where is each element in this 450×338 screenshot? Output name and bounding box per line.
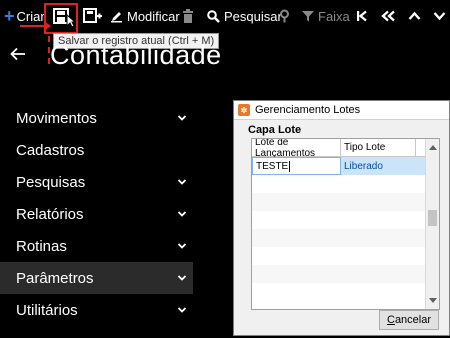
cell-lote-input[interactable]: TESTE: [252, 157, 341, 175]
empty-row: [252, 211, 439, 229]
pencil-icon: [110, 10, 123, 23]
empty-row: [252, 175, 439, 193]
dialog-title-bar[interactable]: ✲ Gerenciamento Lotes: [234, 101, 449, 120]
next-record-button[interactable]: [433, 6, 446, 26]
scroll-down-icon[interactable]: [429, 298, 437, 303]
column-header-tipo[interactable]: Tipo Lote: [341, 139, 416, 156]
menu-item-rotinas[interactable]: Rotinas: [0, 230, 193, 262]
vertical-scrollbar[interactable]: [425, 139, 439, 309]
location-button[interactable]: [279, 6, 290, 26]
first-record-button[interactable]: [356, 6, 368, 26]
menu-item-label: Cadastros: [16, 141, 85, 159]
delete-button[interactable]: [182, 6, 194, 26]
search-button[interactable]: Pesquisar: [207, 6, 282, 26]
chevron-down-icon: [177, 179, 187, 185]
filter-icon: [302, 10, 314, 22]
empty-row: [252, 193, 439, 211]
scroll-thumb[interactable]: [428, 210, 437, 226]
menu-item-label: Relatórios: [16, 205, 84, 223]
menu-item-movimentos[interactable]: Movimentos: [0, 102, 193, 134]
annotation-arrow-horizontal: [20, 21, 51, 31]
menu-item-label: Movimentos: [16, 109, 97, 127]
modify-button[interactable]: Modificar: [110, 6, 180, 26]
skip-first-icon: [356, 10, 368, 22]
column-header-lote[interactable]: Lote de Lançamentos: [252, 139, 341, 159]
previous-record-button[interactable]: [408, 6, 421, 26]
grid-header: Lote de Lançamentos Tipo Lote: [252, 139, 439, 159]
menu-item-utilitarios[interactable]: Utilitários: [0, 294, 193, 326]
cancel-label: Cancelar: [386, 314, 432, 326]
search-icon: [207, 9, 220, 23]
previous-page-button[interactable]: [381, 6, 396, 26]
cancel-button[interactable]: Cancelar: [379, 310, 439, 330]
empty-row: [252, 265, 439, 283]
dialog-title: Gerenciamento Lotes: [255, 104, 361, 116]
menu-item-pesquisas[interactable]: Pesquisas: [0, 166, 193, 198]
chevron-down-icon: [433, 10, 446, 22]
menu-item-label: Rotinas: [16, 237, 67, 255]
save-new-button[interactable]: [83, 6, 103, 26]
scroll-up-icon[interactable]: [429, 145, 437, 150]
modify-label: Modificar: [127, 8, 180, 24]
plus-icon: +: [4, 6, 15, 26]
menu-item-label: Pesquisas: [16, 173, 86, 191]
search-label: Pesquisar: [224, 8, 282, 24]
back-arrow-icon[interactable]: [10, 44, 26, 67]
empty-row: [252, 229, 439, 247]
cursor-icon: [66, 13, 77, 33]
menu-item-label: Utilitários: [16, 301, 78, 319]
chevron-up-icon: [408, 10, 421, 22]
empty-row: [252, 247, 439, 265]
create-button[interactable]: + Criar: [4, 6, 45, 26]
range-button[interactable]: Faixa: [302, 6, 350, 26]
toolbar: + Criar Modificar Pesquisar Faixa: [0, 0, 450, 34]
trash-icon: [182, 9, 194, 23]
create-label: Criar: [16, 8, 45, 24]
text-cursor: [289, 160, 291, 172]
chevron-down-icon: [177, 115, 187, 121]
lot-grid[interactable]: Lote de Lançamentos Tipo Lote TESTE Libe…: [251, 138, 440, 310]
section-title: Capa Lote: [248, 124, 302, 136]
side-menu: Movimentos Cadastros Pesquisas Relatório…: [0, 102, 193, 326]
table-row[interactable]: TESTE Liberado: [252, 157, 439, 175]
chevron-down-icon: [177, 211, 187, 217]
chevron-down-icon: [177, 243, 187, 249]
menu-item-label: Parâmetros: [16, 269, 94, 287]
menu-item-relatorios[interactable]: Relatórios: [0, 198, 193, 230]
cell-tipo: Liberado: [344, 160, 383, 172]
empty-row: [252, 283, 439, 301]
chevron-down-icon: [177, 275, 187, 281]
app-icon: ✲: [238, 104, 250, 116]
lot-management-dialog: ✲ Gerenciamento Lotes Capa Lote Lote de …: [233, 100, 450, 336]
double-chevron-left-icon: [381, 10, 396, 22]
save-plus-icon: [83, 8, 103, 24]
page-title: Contabilidade: [50, 40, 222, 70]
map-pin-icon: [279, 9, 290, 23]
menu-item-parametros[interactable]: Parâmetros: [0, 262, 193, 294]
chevron-down-icon: [177, 307, 187, 313]
menu-item-cadastros[interactable]: Cadastros: [0, 134, 193, 166]
range-label: Faixa: [318, 8, 350, 24]
